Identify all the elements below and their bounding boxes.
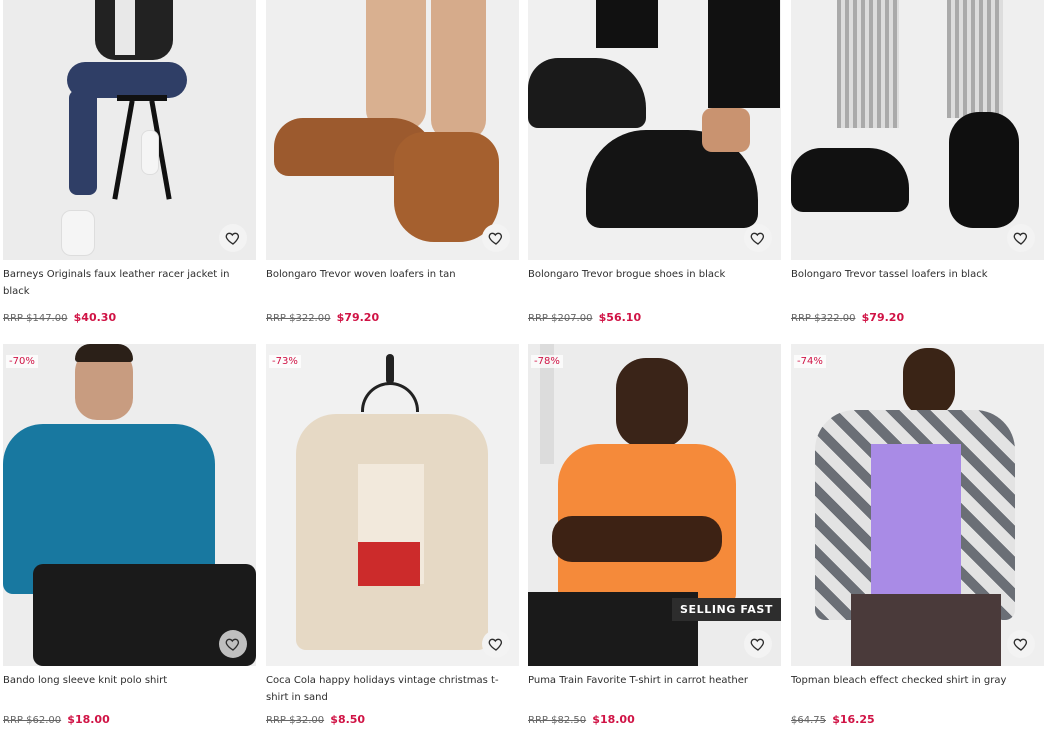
heart-outline-icon (225, 232, 240, 245)
rrp-price: RRP $32.00 (266, 715, 325, 726)
rrp-price: RRP $82.50 (528, 715, 587, 726)
price-row: RRP $322.00 $79.20 (791, 311, 1044, 324)
price-row: RRP $207.00 $56.10 (528, 311, 781, 324)
product-title[interactable]: Barneys Originals faux leather racer jac… (3, 266, 256, 300)
product-image[interactable] (528, 0, 781, 260)
rrp-price: RRP $147.00 (3, 313, 68, 324)
price-row: RRP $82.50 $18.00 (528, 713, 781, 726)
rrp-price: RRP $322.00 (266, 313, 331, 324)
wishlist-button[interactable] (219, 224, 247, 252)
sale-price: $40.30 (73, 311, 117, 324)
product-card[interactable]: -70% Bando long sleeve knit polo shirt R… (3, 344, 256, 726)
product-title[interactable]: Puma Train Favorite T-shirt in carrot he… (528, 672, 781, 706)
price-row: RRP $62.00 $18.00 (3, 713, 256, 726)
wishlist-button[interactable] (1007, 630, 1035, 658)
product-image[interactable]: -73% (266, 344, 519, 666)
product-card[interactable]: Bolongaro Trevor brogue shoes in black R… (528, 0, 781, 324)
wishlist-button[interactable] (744, 224, 772, 252)
discount-badge: -70% (6, 355, 38, 368)
product-title[interactable]: Topman bleach effect checked shirt in gr… (791, 672, 1044, 706)
sale-price: $56.10 (598, 311, 642, 324)
wishlist-button[interactable] (744, 630, 772, 658)
product-card[interactable]: Barneys Originals faux leather racer jac… (3, 0, 256, 324)
product-title[interactable]: Bolongaro Trevor brogue shoes in black (528, 266, 781, 300)
product-image[interactable] (3, 0, 256, 260)
product-grid: Barneys Originals faux leather racer jac… (0, 0, 1045, 740)
product-image[interactable]: -78% SELLING FAST (528, 344, 781, 666)
product-card[interactable]: -73% Coca Cola happy holidays vintage ch… (266, 344, 519, 726)
heart-outline-icon (488, 638, 503, 651)
discount-badge: -74% (794, 355, 826, 368)
heart-outline-icon (488, 232, 503, 245)
product-card[interactable]: Bolongaro Trevor tassel loafers in black… (791, 0, 1044, 324)
rrp-price: RRP $62.00 (3, 715, 62, 726)
sale-price: $79.20 (336, 311, 380, 324)
product-title[interactable]: Bolongaro Trevor tassel loafers in black (791, 266, 1044, 300)
price-row: $64.75 $16.25 (791, 713, 1044, 726)
product-title[interactable]: Bolongaro Trevor woven loafers in tan (266, 266, 519, 300)
sale-price: $18.00 (67, 713, 110, 726)
price-row: RRP $32.00 $8.50 (266, 713, 519, 726)
sale-price: $79.20 (861, 311, 905, 324)
product-image[interactable]: -70% (3, 344, 256, 666)
price-row: RRP $147.00 $40.30 (3, 311, 256, 324)
discount-badge: -78% (531, 355, 563, 368)
rrp-price: RRP $322.00 (791, 313, 856, 324)
wishlist-button[interactable] (1007, 224, 1035, 252)
discount-badge: -73% (269, 355, 301, 368)
wishlist-button[interactable] (219, 630, 247, 658)
sale-price: $18.00 (592, 713, 635, 726)
heart-outline-icon (1013, 638, 1028, 651)
sale-price: $16.25 (832, 713, 875, 726)
product-card[interactable]: -74% Topman bleach effect checked shirt … (791, 344, 1044, 726)
product-image[interactable]: -74% (791, 344, 1044, 666)
product-title[interactable]: Bando long sleeve knit polo shirt (3, 672, 256, 706)
heart-outline-icon (750, 232, 765, 245)
product-card[interactable]: Bolongaro Trevor woven loafers in tan RR… (266, 0, 519, 324)
rrp-price: $64.75 (791, 715, 826, 726)
product-image[interactable] (266, 0, 519, 260)
heart-outline-icon (1013, 232, 1028, 245)
wishlist-button[interactable] (482, 630, 510, 658)
selling-fast-badge: SELLING FAST (671, 598, 781, 621)
product-title[interactable]: Coca Cola happy holidays vintage christm… (266, 672, 519, 706)
product-image[interactable] (791, 0, 1044, 260)
heart-outline-icon (750, 638, 765, 651)
price-row: RRP $322.00 $79.20 (266, 311, 519, 324)
wishlist-button[interactable] (482, 224, 510, 252)
sale-price: $8.50 (330, 713, 366, 726)
heart-outline-icon (225, 638, 240, 651)
product-card[interactable]: -78% SELLING FAST Puma Train Favorite T-… (528, 344, 781, 726)
rrp-price: RRP $207.00 (528, 313, 593, 324)
